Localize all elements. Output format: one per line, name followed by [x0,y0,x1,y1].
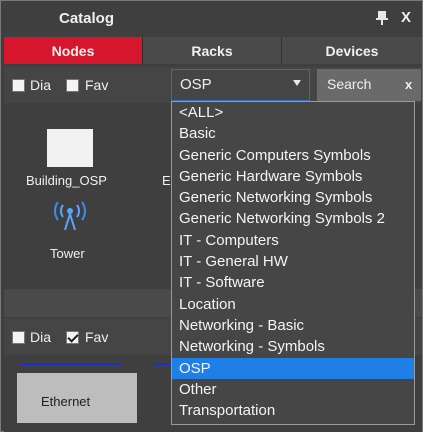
dropdown-option[interactable]: Networking - Basic [172,315,414,336]
fav-label: Fav [85,329,109,345]
fav-checkbox[interactable] [66,331,79,344]
dropdown-option[interactable]: Other [172,379,414,400]
dropdown-option[interactable]: Generic Networking Symbols 2 [172,208,414,229]
dropdown-option[interactable]: Basic [172,123,414,144]
dropdown-option[interactable]: Networking - Symbols [172,336,414,357]
dropdown-option[interactable]: IT - Software [172,272,414,293]
tab-racks[interactable]: Racks [143,37,281,64]
search-button[interactable]: Search x [317,69,421,101]
tab-devices[interactable]: Devices [282,37,422,64]
building-osp-thumbnail[interactable] [47,129,93,167]
node-label: Tower [50,246,85,261]
category-select[interactable]: OSP [171,69,310,101]
node-label: Building_OSP [26,173,107,188]
dia-checkbox[interactable] [12,331,25,344]
dia-checkbox[interactable] [12,79,25,92]
category-dropdown-list: <ALL> Basic Generic Computers Symbols Gener… [171,101,415,425]
catalog-panel: Catalog X Nodes Racks Devices Dia Fav OS… [0,0,423,432]
chevron-down-icon [293,80,301,86]
ethernet-label: Ethernet [41,394,91,409]
tab-nodes[interactable]: Nodes [4,37,142,64]
catalog-tabs: Nodes Racks Devices [4,37,422,64]
pin-icon[interactable] [375,10,389,26]
category-select-value: OSP [180,76,212,93]
dropdown-option[interactable]: Generic Hardware Symbols [172,166,414,187]
dropdown-option[interactable]: OSP [172,357,414,379]
panel-title: Catalog [59,10,115,27]
fav-label: Fav [85,77,109,93]
dropdown-option[interactable]: IT - General HW [172,251,414,272]
dia-label: Dia [30,329,52,345]
dropdown-option[interactable]: Generic Networking Symbols [172,187,414,208]
dropdown-option[interactable]: Location [172,294,414,315]
fav-checkbox[interactable] [66,79,79,92]
dropdown-option[interactable]: <ALL> [172,102,414,123]
dia-label: Dia [30,77,52,93]
dropdown-option[interactable]: Transportation [172,400,414,421]
dropdown-option[interactable]: Generic Computers Symbols [172,145,414,166]
title-bar[interactable]: Catalog X [1,1,422,37]
ethernet-link-card[interactable]: Ethernet [17,373,137,423]
ethernet-line-icon [19,363,121,365]
node-label: E [162,173,171,188]
close-icon[interactable]: X [401,9,411,26]
tower-icon[interactable] [52,201,88,231]
clear-search-icon[interactable]: x [405,77,412,92]
link-line-icon [153,363,173,365]
search-button-label: Search [327,76,372,92]
dropdown-option[interactable]: IT - Computers [172,230,414,251]
